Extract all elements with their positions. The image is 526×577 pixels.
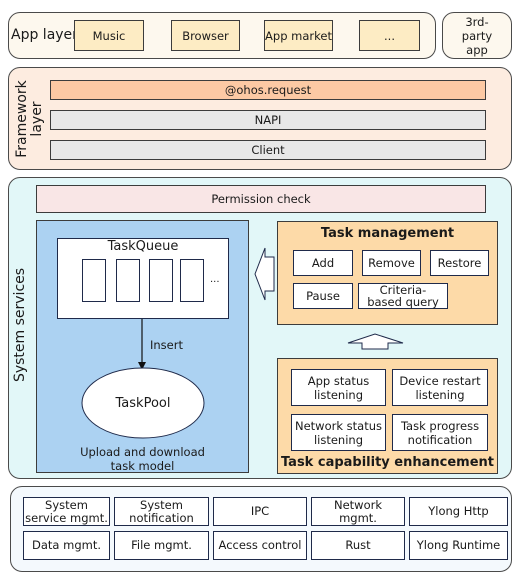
permission-check: Permission check (36, 185, 486, 213)
app-more: ... (359, 20, 420, 51)
system-notification: System notification (114, 497, 209, 526)
ipc: IPC (213, 497, 307, 526)
task-queue-title: TaskQueue (107, 239, 179, 254)
task-management-title: Task management (320, 226, 455, 241)
task-pool-label: TaskPool (115, 395, 171, 411)
app-market: App market (264, 20, 333, 51)
queue-slot (116, 259, 140, 302)
task-capability-title: Task capability enhancement (280, 455, 495, 470)
cell-line1: System (45, 497, 88, 512)
criteria-query-action: Criteria-based query (358, 283, 448, 309)
ylong-runtime: Ylong Runtime (409, 531, 508, 560)
app-layer-label: App layer (11, 27, 78, 43)
cell-line1: System (140, 497, 183, 512)
file-mgmt: File mgmt. (114, 531, 209, 560)
pause-action: Pause (293, 283, 353, 309)
ylong-http: Ylong Http (409, 497, 508, 526)
ohos-request-bar: @ohos.request (50, 80, 486, 100)
third-party-app-label: 3rd-party app (461, 14, 493, 57)
restore-action: Restore (430, 250, 489, 276)
capability-line2: notification (407, 432, 473, 447)
task-model-caption-line1: Upload and download (80, 445, 205, 459)
capability-line1: App status (307, 373, 370, 388)
capability-line2: listening (313, 387, 364, 402)
napi-bar: NAPI (50, 110, 486, 130)
cell-line2: service mgmt. (25, 510, 108, 525)
task-model-caption-line2: task model (110, 459, 175, 473)
system-service-mgmt: System service mgmt. (23, 497, 110, 526)
data-mgmt: Data mgmt. (23, 531, 110, 560)
capability-line2: listening (415, 387, 465, 402)
app-status-listening: App status listening (291, 369, 386, 406)
queue-ellipsis: ... (210, 274, 220, 285)
app-music: Music (74, 20, 144, 51)
framework-label-line2: layer (29, 101, 45, 137)
task-model-caption: Upload and download task model (36, 445, 249, 473)
left-arrow-icon (254, 247, 275, 301)
capability-line1: Network status (294, 418, 382, 433)
system-services-label-text: System services (12, 267, 29, 383)
task-progress-notification: Task progress notification (392, 414, 488, 451)
third-party-app: 3rd-party app (442, 12, 512, 59)
framework-label-line1: Framework (14, 80, 30, 158)
network-mgmt: Network mgmt. (311, 497, 405, 526)
add-action: Add (293, 250, 353, 276)
insert-label: Insert (150, 338, 183, 352)
device-restart-listening: Device restart listening (392, 369, 488, 406)
queue-slot (82, 259, 106, 302)
queue-slot (149, 259, 173, 302)
cell-line2: mgmt. (339, 510, 377, 525)
client-bar: Client (50, 140, 486, 160)
queue-slot (180, 259, 204, 302)
capability-line1: Device restart (399, 373, 481, 388)
cell-line2: notification (129, 510, 194, 525)
remove-action: Remove (362, 250, 421, 276)
network-status-listening: Network status listening (291, 414, 386, 451)
access-control: Access control (213, 531, 307, 560)
rust: Rust (311, 531, 405, 560)
capability-line1: Task progress (400, 418, 480, 433)
capability-line2: listening (313, 432, 364, 447)
criteria-query-label: Criteria-based query (367, 283, 439, 309)
app-browser: Browser (171, 20, 240, 51)
up-arrow-icon (347, 333, 404, 350)
cell-line1: Network (333, 497, 383, 512)
